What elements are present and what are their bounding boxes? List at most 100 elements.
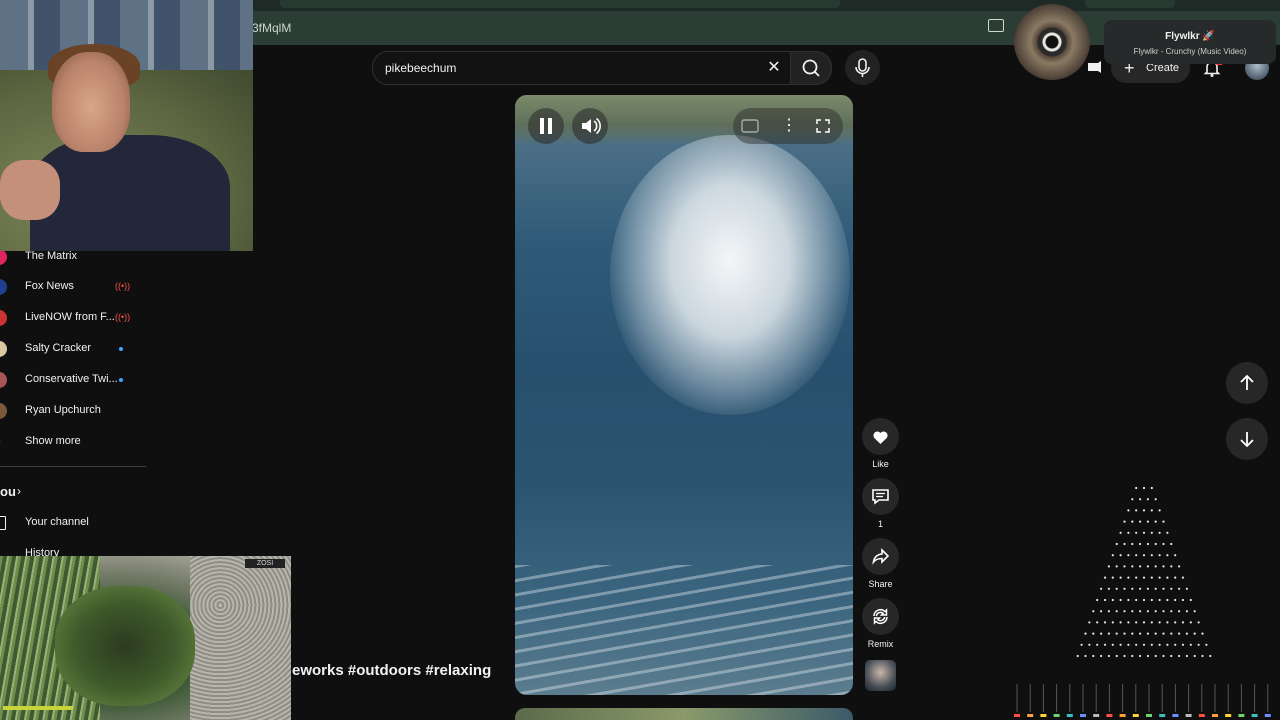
visualizer-dot (1185, 610, 1188, 613)
visualizer-dot (1150, 531, 1153, 534)
visualizer-dot (1135, 509, 1138, 512)
captions-icon[interactable] (741, 118, 759, 134)
previous-short-button[interactable] (1226, 362, 1268, 404)
visualizer-dot (1150, 509, 1153, 512)
search-icon (802, 59, 820, 77)
sidebar-item-livenow[interactable]: LiveNOW from F... ((•)) (0, 303, 146, 333)
meter-channel-label (1093, 714, 1100, 717)
remix-button[interactable] (862, 598, 899, 635)
visualizer-dot (1162, 542, 1165, 546)
visualizer-dot (1100, 587, 1103, 590)
sidebar-item-salty-cracker[interactable]: Salty Cracker (0, 334, 146, 364)
like-button[interactable] (862, 418, 899, 455)
meter-channel-label (1159, 714, 1166, 717)
visualizer-dot (1131, 587, 1134, 590)
visualizer-dot (1174, 554, 1177, 557)
sidebar-item-your-channel[interactable]: Your channel (0, 508, 146, 538)
more-options-icon[interactable]: ⋮ (781, 115, 797, 135)
visualizer-dot (1178, 565, 1181, 568)
search-button[interactable] (790, 51, 832, 85)
search-input[interactable] (385, 52, 755, 84)
live-icon: ((•)) (115, 281, 131, 291)
you-heading[interactable]: ou (0, 484, 16, 499)
visualizer-dot (1139, 632, 1142, 635)
share-button[interactable] (862, 538, 899, 575)
now-playing-overlay: Flywlkr 🚀 Flywlkr - Crunchy (Music Video… (1014, 4, 1276, 80)
visualizer-dot (1127, 621, 1130, 624)
clear-search-icon[interactable]: ✕ (765, 59, 783, 77)
heart-icon (873, 431, 888, 444)
short-caption[interactable]: eworks #outdoors #relaxing (292, 662, 491, 679)
visualizer-dot (1139, 498, 1142, 501)
visualizer-dot (1131, 498, 1134, 501)
visualizer-dot (1189, 621, 1192, 624)
visualizer-dot (1107, 654, 1110, 658)
sidebar-show-more[interactable]: ⌄ Show more (0, 427, 146, 457)
url-text[interactable]: 3fMqlM (252, 11, 291, 45)
visualizer-dot (1154, 520, 1157, 523)
browser-tab[interactable] (280, 0, 840, 8)
visualizer-dot (1115, 587, 1118, 590)
visualizer-dot (1100, 654, 1103, 658)
visualizer-dot (1189, 598, 1192, 602)
visualizer-dot (1123, 610, 1126, 613)
sidebar-item-label: Salty Cracker (25, 342, 92, 354)
audio-level-meter (1014, 684, 1271, 717)
comments-button[interactable] (862, 478, 899, 515)
cast-icon[interactable] (988, 19, 1004, 32)
visualizer-dot (1103, 643, 1107, 646)
chevron-down-icon: ⌄ (0, 435, 10, 451)
visualizer-dot (1150, 554, 1153, 557)
short-video-player[interactable]: ⋮ (515, 95, 853, 695)
next-short-button[interactable] (1226, 418, 1268, 460)
meter-channel-label (1251, 714, 1258, 717)
sidebar-item-fox-news[interactable]: Fox News ((•)) (0, 272, 146, 302)
voice-search-button[interactable] (845, 50, 880, 85)
visualizer-dot (1181, 643, 1185, 646)
sidebar-item-label: LiveNOW from F... (25, 311, 115, 323)
visualizer-dot (1135, 486, 1138, 490)
visualizer-dot (1178, 632, 1181, 635)
sidebar-item-conservative-twins[interactable]: Conservative Twi... (0, 365, 146, 395)
remix-label: Remix (867, 639, 894, 649)
visualizer-dot (1111, 576, 1114, 579)
channel-thumbnail[interactable] (865, 660, 896, 691)
sidebar-item-ryan-upchurch[interactable]: Ryan Upchurch (0, 396, 146, 426)
visualizer-dot (1088, 643, 1091, 646)
visualizer-dot (1107, 610, 1110, 613)
visualizer-dot (1142, 598, 1146, 602)
meter-channel-label (1119, 714, 1126, 717)
like-label: Like (872, 459, 889, 469)
visualizer-dot (1123, 587, 1126, 590)
fullscreen-icon[interactable] (815, 118, 831, 134)
visualizer-dot (1197, 621, 1200, 624)
visualizer-dot (1146, 632, 1149, 635)
visualizer-dot (1150, 598, 1153, 602)
visualizer-dot (1146, 542, 1149, 546)
meter-channel-label (1066, 714, 1073, 717)
visualizer-dot (1174, 643, 1177, 646)
visualizer-dot (1154, 565, 1157, 568)
visualizer-dot (1123, 565, 1126, 568)
visualizer-dot (1166, 621, 1169, 624)
visualizer-dot (1150, 486, 1153, 490)
meter-channel-label (1146, 714, 1152, 717)
visualizer-dot (1193, 654, 1196, 658)
visualizer-dot (1201, 632, 1204, 635)
visualizer-dot (1142, 621, 1146, 624)
visualizer-dot (1154, 610, 1157, 613)
search-box: ✕ (372, 51, 792, 85)
visualizer-dot (1139, 542, 1142, 546)
visualizer-dot (1193, 632, 1196, 635)
volume-button[interactable] (572, 108, 608, 144)
visualizer-dot (1146, 654, 1149, 658)
visualizer-dot (1142, 643, 1146, 646)
visualizer-dot (1096, 621, 1099, 624)
share-icon (872, 548, 890, 565)
next-short-preview[interactable] (515, 708, 853, 720)
visualizer-dot (1135, 598, 1138, 602)
channel-avatar (0, 403, 7, 419)
visualizer-dot (1100, 610, 1103, 613)
meter-channel-label (1132, 714, 1139, 717)
pause-button[interactable] (528, 108, 564, 144)
